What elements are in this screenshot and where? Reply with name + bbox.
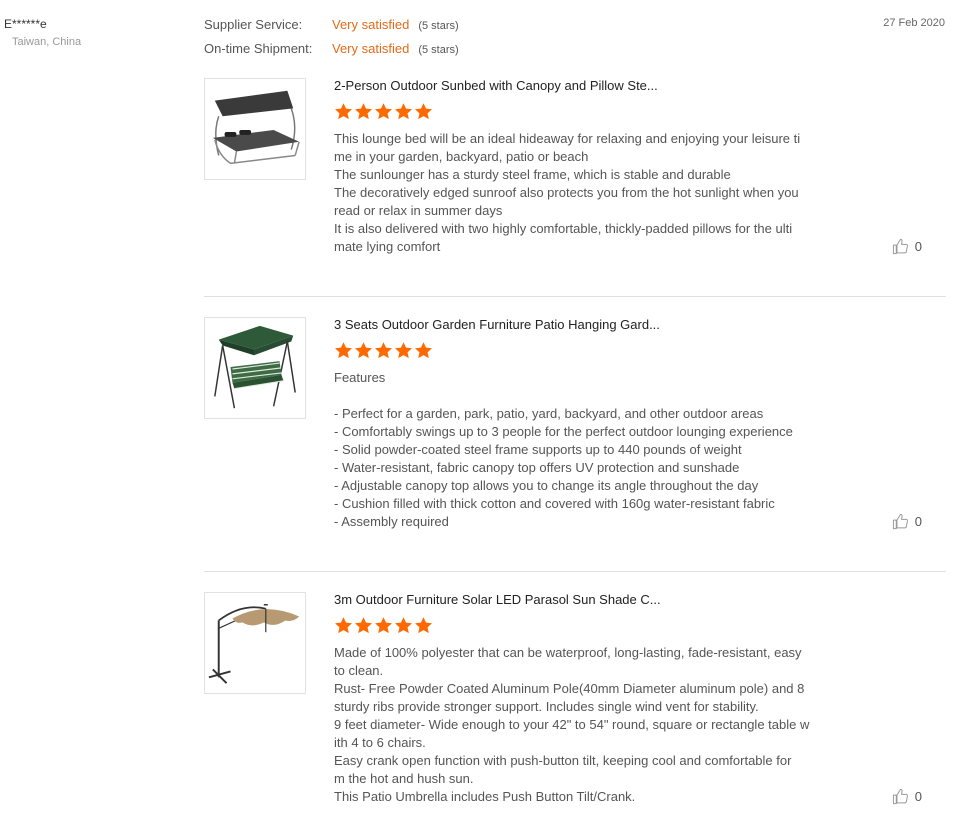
swing-product-image[interactable] <box>204 317 306 419</box>
star-icon <box>415 103 432 120</box>
review-line: sturdy ribs provide stronger support. In… <box>334 699 759 714</box>
star-icon <box>395 342 412 359</box>
product-title[interactable]: 2-Person Outdoor Sunbed with Canopy and … <box>334 78 834 96</box>
product-title[interactable]: 3 Seats Outdoor Garden Furniture Patio H… <box>334 317 834 335</box>
review-content: 2-Person Outdoor Sunbed with Canopy and … <box>334 78 834 256</box>
review-line: to clean. <box>334 663 384 678</box>
thumbs-up-icon <box>892 513 908 530</box>
review-item: 3m Outdoor Furniture Solar LED Parasol S… <box>204 592 946 822</box>
star-icon <box>375 103 392 120</box>
review-line: ith 4 to 6 chairs. <box>334 735 426 750</box>
review-line: m the hot and hush sun. <box>334 771 474 786</box>
rating-label: Supplier Service: <box>204 17 303 32</box>
star-icon <box>355 342 372 359</box>
like-count: 0 <box>914 514 922 529</box>
review-text: Made of 100% polyester that can be water… <box>334 644 834 806</box>
like-button[interactable]: 0 <box>892 238 922 255</box>
rating-row-service: Supplier Service: Very satisfied (5 star… <box>204 17 459 41</box>
star-icon <box>335 617 352 634</box>
star-icon <box>355 103 372 120</box>
sunbed-product-image[interactable] <box>204 78 306 180</box>
review-item: 3 Seats Outdoor Garden Furniture Patio H… <box>204 317 946 547</box>
thumbs-up-icon <box>892 788 908 805</box>
rating-row-shipment: On-time Shipment: Very satisfied (5 star… <box>204 41 459 65</box>
review-line: Features <box>334 370 386 385</box>
divider <box>204 296 946 297</box>
review-line: - Water-resistant, fabric canopy top off… <box>334 460 740 475</box>
rating-value: Very satisfied <box>332 41 410 56</box>
parasol-product-image[interactable] <box>204 592 306 694</box>
review-content: 3m Outdoor Furniture Solar LED Parasol S… <box>334 592 834 806</box>
like-button[interactable]: 0 <box>892 513 922 530</box>
review-line: This lounge bed will be an ideal hideawa… <box>334 131 801 146</box>
rating-label: On-time Shipment: <box>204 41 313 56</box>
review-date: 27 Feb 2020 <box>883 17 945 29</box>
star-icon <box>395 617 412 634</box>
review-line: The decoratively edged sunroof also prot… <box>334 185 799 200</box>
star-icon <box>415 342 432 359</box>
like-count: 0 <box>914 789 922 804</box>
star-rating <box>334 341 834 361</box>
review-line: - Assembly required <box>334 514 449 529</box>
star-icon <box>355 617 372 634</box>
reviewer-location: Taiwan, China <box>12 36 82 48</box>
review-line: Easy crank open function with push-butto… <box>334 753 792 768</box>
star-icon <box>415 617 432 634</box>
review-line: - Solid powder-coated steel frame suppor… <box>334 442 742 457</box>
star-icon <box>335 342 352 359</box>
review-line: This Patio Umbrella includes Push Button… <box>334 789 636 804</box>
review-line: - Cushion filled with thick cotton and c… <box>334 496 775 511</box>
review-line: Rust- Free Powder Coated Aluminum Pole(4… <box>334 681 805 696</box>
star-icon <box>375 617 392 634</box>
reviewer-info: E******e Taiwan, China <box>4 17 81 48</box>
review-item: 2-Person Outdoor Sunbed with Canopy and … <box>204 78 946 278</box>
review-text: Features - Perfect for a garden, park, p… <box>334 369 834 531</box>
review-line <box>334 387 834 405</box>
review-line: The sunlounger has a sturdy steel frame,… <box>334 167 731 182</box>
rating-stars-text: (5 stars) <box>418 44 459 56</box>
review-line: me in your garden, backyard, patio or be… <box>334 149 589 164</box>
rating-value: Very satisfied <box>332 17 410 32</box>
review-line: 9 feet diameter- Wide enough to your 42"… <box>334 717 810 732</box>
review-content: 3 Seats Outdoor Garden Furniture Patio H… <box>334 317 834 531</box>
rating-stars-text: (5 stars) <box>418 20 459 32</box>
like-button[interactable]: 0 <box>892 788 922 805</box>
review-line: It is also delivered with two highly com… <box>334 221 793 236</box>
star-icon <box>375 342 392 359</box>
supplier-ratings: Supplier Service: Very satisfied (5 star… <box>204 17 459 65</box>
like-count: 0 <box>914 239 922 254</box>
review-line: read or relax in summer days <box>334 203 503 218</box>
review-line: - Comfortably swings up to 3 people for … <box>334 424 793 439</box>
product-title[interactable]: 3m Outdoor Furniture Solar LED Parasol S… <box>334 592 834 610</box>
review-line: mate lying comfort <box>334 239 441 254</box>
star-rating <box>334 616 834 636</box>
review-line: Made of 100% polyester that can be water… <box>334 645 802 660</box>
review-line: - Perfect for a garden, park, patio, yar… <box>334 406 764 421</box>
reviewer-name: E******e <box>4 17 47 31</box>
review-line: - Adjustable canopy top allows you to ch… <box>334 478 759 493</box>
review-text: This lounge bed will be an ideal hideawa… <box>334 130 834 256</box>
star-icon <box>395 103 412 120</box>
divider <box>204 571 946 572</box>
star-icon <box>335 103 352 120</box>
thumbs-up-icon <box>892 238 908 255</box>
star-rating <box>334 102 834 122</box>
